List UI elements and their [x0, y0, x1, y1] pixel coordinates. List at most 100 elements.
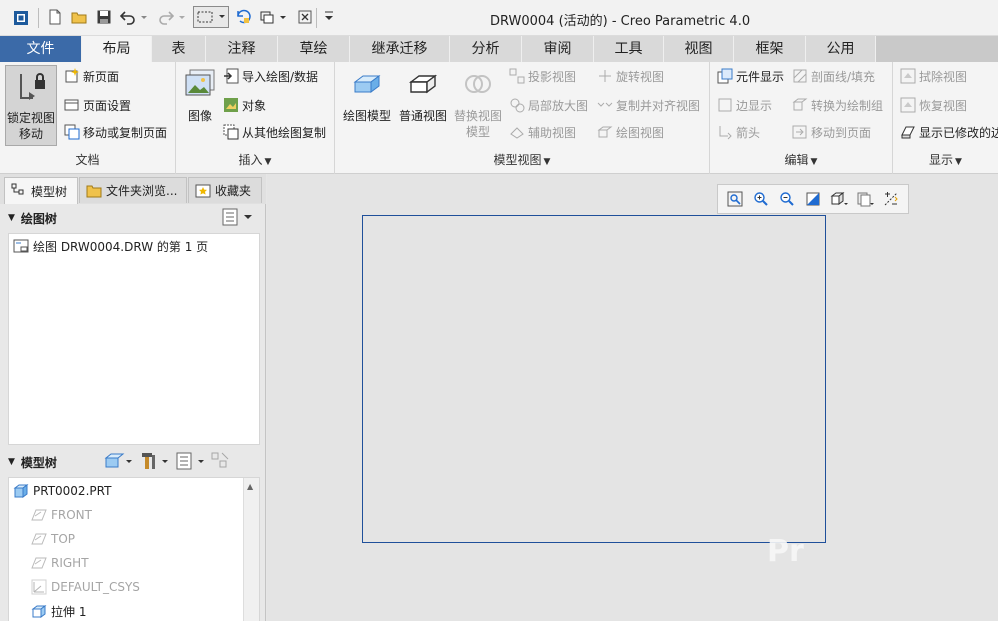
- copy-align-view-button[interactable]: 复制并对齐视图: [597, 94, 700, 116]
- model-tree-item[interactable]: FRONT: [31, 504, 92, 526]
- tab-review[interactable]: 审阅: [522, 36, 594, 62]
- tab-annotate[interactable]: 注释: [206, 36, 278, 62]
- replace-view-model-button[interactable]: 替换视图 模型: [451, 68, 505, 148]
- drawing-sheet[interactable]: [362, 215, 826, 543]
- tab-common[interactable]: 公用: [806, 36, 876, 62]
- arrow-button[interactable]: 箭头: [717, 121, 760, 143]
- selection-box-icon[interactable]: [193, 6, 229, 28]
- group-display-label[interactable]: 显示 ▼: [893, 150, 998, 170]
- group-document-title: 文档: [75, 153, 100, 167]
- extrude-icon: [31, 605, 47, 618]
- display-style-button[interactable]: [826, 188, 852, 210]
- resume-view-button[interactable]: 恢复视图: [900, 94, 967, 116]
- model-tree-item[interactable]: TOP: [31, 528, 75, 550]
- windows-dropdown-icon[interactable]: [278, 8, 288, 26]
- new-file-icon[interactable]: [46, 8, 64, 26]
- tab-folder-browser[interactable]: 文件夹浏览...: [79, 177, 187, 203]
- tab-framework[interactable]: 框架: [734, 36, 806, 62]
- scroll-up-icon[interactable]: ▲: [247, 482, 253, 491]
- model-tree-item-label: 拉伸 1: [51, 604, 87, 619]
- projection-view-button[interactable]: 投影视图: [509, 65, 576, 87]
- repaint-button[interactable]: [800, 188, 826, 210]
- tab-file[interactable]: 文件: [0, 36, 82, 62]
- model-tree-item-label: TOP: [51, 532, 76, 546]
- tab-view[interactable]: 视图: [664, 36, 734, 62]
- group-insert-label[interactable]: 插入 ▼: [176, 150, 334, 170]
- copy-align-view-label: 复制并对齐视图: [616, 98, 701, 113]
- move-copy-page-icon: [64, 124, 80, 140]
- annotation-display-button[interactable]: [878, 188, 904, 210]
- detailed-view-button[interactable]: 局部放大图: [509, 94, 588, 116]
- tab-table[interactable]: 表: [152, 36, 206, 62]
- tab-model-tree[interactable]: 模型树: [4, 177, 78, 204]
- lock-view-move-button[interactable]: 锁定视图 移动: [5, 65, 57, 146]
- model-tree-item[interactable]: PRT0002.PRT: [13, 480, 111, 502]
- saved-views-button[interactable]: [852, 188, 878, 210]
- model-tree-scrollbar[interactable]: ▲: [243, 478, 259, 621]
- regenerate-icon[interactable]: [234, 8, 252, 26]
- detailed-view-icon: [510, 98, 525, 113]
- tab-legacy-migration[interactable]: 继承迁移: [350, 36, 450, 62]
- app-menu-icon[interactable]: [12, 9, 30, 27]
- drawing-model-button[interactable]: 绘图模型: [341, 68, 393, 132]
- group-insert: 图像 导入绘图/数据 对象 从其他绘图复制 插入 ▼: [176, 62, 335, 174]
- drawing-tree-item[interactable]: 绘图 DRW0004.DRW 的第 1 页: [13, 235, 208, 257]
- filter-icon[interactable]: [210, 451, 230, 471]
- component-display-button[interactable]: 元件显示: [717, 65, 784, 87]
- drawing-view-button[interactable]: 绘图视图: [597, 121, 664, 143]
- show-model-icon[interactable]: [104, 451, 134, 471]
- move-to-page-button[interactable]: 移动到页面: [792, 121, 871, 143]
- drawing-tree-header[interactable]: ▼ 绘图树: [8, 205, 260, 231]
- tab-favorites[interactable]: 收藏夹: [188, 177, 262, 203]
- page-setup-button[interactable]: 页面设置: [64, 94, 131, 116]
- undo-icon[interactable]: [119, 8, 137, 26]
- copy-from-other-drawing-button[interactable]: 从其他绘图复制: [223, 121, 326, 143]
- show-modified-edges-button[interactable]: 显示已修改的边: [900, 121, 998, 143]
- page-setup-label: 页面设置: [83, 98, 132, 113]
- zoom-in-button[interactable]: [748, 188, 774, 210]
- undo-dropdown-icon[interactable]: [139, 8, 149, 26]
- customize-toolbar-icon[interactable]: [320, 8, 338, 26]
- model-tree-header[interactable]: ▼ 模型树: [8, 449, 260, 475]
- erase-view-button[interactable]: 拭除视图: [900, 65, 967, 87]
- model-tree-item[interactable]: 拉伸 1: [31, 600, 86, 621]
- ribbon-tab-bar: 文件 布局 表 注释 草绘 继承迁移 分析 审阅 工具 视图 框架 公用: [0, 36, 998, 63]
- open-folder-icon[interactable]: [70, 8, 88, 26]
- move-copy-page-button[interactable]: 移动或复制页面: [64, 121, 167, 143]
- tab-analysis[interactable]: 分析: [450, 36, 522, 62]
- collapse-triangle-icon[interactable]: ▼: [8, 457, 15, 467]
- image-button[interactable]: 图像: [182, 68, 218, 132]
- tab-layout[interactable]: 布局: [82, 36, 152, 63]
- close-window-icon[interactable]: [296, 8, 314, 26]
- object-button[interactable]: 对象: [223, 94, 266, 116]
- collapse-triangle-icon[interactable]: ▼: [8, 213, 15, 223]
- tab-sketch[interactable]: 草绘: [278, 36, 350, 62]
- revolved-view-button[interactable]: 旋转视图: [597, 65, 664, 87]
- image-icon: [185, 69, 215, 96]
- new-page-button[interactable]: 新页面: [64, 65, 119, 87]
- edge-display-button[interactable]: 边显示: [717, 94, 772, 116]
- model-tree-item[interactable]: DEFAULT_CSYS: [31, 576, 140, 598]
- graphics-area[interactable]: Pr: [267, 174, 998, 621]
- group-edit-label[interactable]: 编辑 ▼: [710, 150, 892, 170]
- windows-icon[interactable]: [258, 8, 276, 26]
- refit-button[interactable]: [722, 188, 748, 210]
- convert-draft-group-button[interactable]: 转换为绘制组: [792, 94, 883, 116]
- redo-dropdown-icon[interactable]: [177, 8, 187, 26]
- auxiliary-view-button[interactable]: 辅助视图: [509, 121, 576, 143]
- group-model-views-title: 模型视图: [493, 153, 542, 167]
- chevron-down-icon: ▼: [264, 157, 272, 167]
- object-label: 对象: [242, 98, 267, 113]
- import-drawing-data-button[interactable]: 导入绘图/数据: [223, 65, 318, 87]
- tree-settings-icon[interactable]: [176, 451, 206, 471]
- group-model-views-label[interactable]: 模型视图 ▼: [335, 150, 709, 170]
- save-icon[interactable]: [95, 8, 113, 26]
- redo-icon[interactable]: [157, 8, 175, 26]
- drawing-tree-settings[interactable]: [222, 208, 254, 226]
- zoom-out-button[interactable]: [774, 188, 800, 210]
- tab-tools[interactable]: 工具: [594, 36, 664, 62]
- model-tree-item[interactable]: RIGHT: [31, 552, 89, 574]
- general-view-button[interactable]: 普通视图: [397, 68, 449, 132]
- tools-icon[interactable]: [140, 451, 170, 471]
- section-fill-button[interactable]: 剖面线/填充: [792, 65, 875, 87]
